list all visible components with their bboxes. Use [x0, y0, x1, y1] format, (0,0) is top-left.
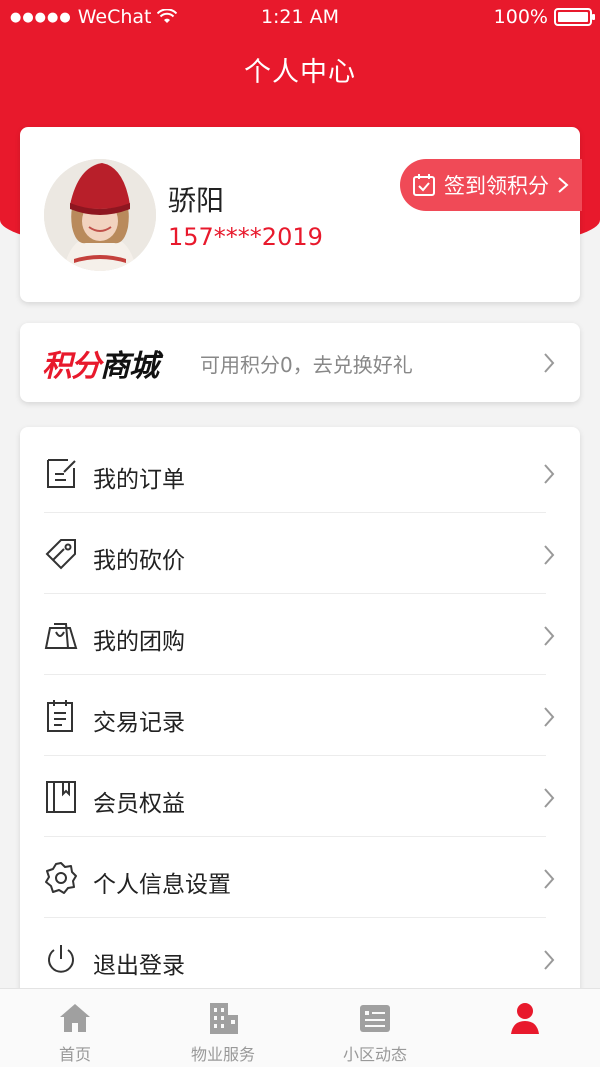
battery-percent: 100% [493, 6, 548, 28]
membership-book-icon [46, 781, 76, 813]
gear-icon [45, 862, 77, 894]
chevron-right-icon [544, 626, 555, 646]
chevron-right-icon [558, 177, 569, 193]
transaction-record-icon [47, 700, 73, 732]
chevron-right-icon [544, 869, 555, 889]
battery-icon [554, 8, 595, 26]
menu-item-member-benefits[interactable]: 会员权益 [20, 756, 580, 837]
tab-community-news[interactable]: 小区动态 [300, 989, 450, 1067]
avatar[interactable] [44, 159, 156, 271]
menu-item-my-group-buys[interactable]: 我的团购 [20, 594, 580, 675]
home-icon [60, 1004, 90, 1032]
username: 骄阳 [168, 184, 225, 217]
building-icon [210, 1003, 238, 1034]
menu-item-label: 会员权益 [93, 791, 185, 817]
chevron-right-icon [544, 788, 555, 808]
menu-item-logout[interactable]: 退出登录 [20, 918, 580, 999]
menu-item-transaction-records[interactable]: 交易记录 [20, 675, 580, 756]
checkin-label: 签到领积分 [444, 174, 549, 198]
chevron-right-icon [544, 707, 555, 727]
menu-item-label: 我的订单 [93, 467, 185, 493]
profile-card: 骄阳 157****2019 签到领积分 [20, 127, 582, 302]
status-bar: ●●●●● WeChat 1:21 AM 100% [0, 0, 600, 34]
tab-property-service[interactable]: 物业服务 [148, 989, 298, 1067]
chevron-right-icon [544, 464, 555, 484]
chevron-right-icon [544, 950, 555, 970]
bottom-tab-bar: 首页 物业服务 小区动态 [0, 988, 600, 1067]
points-mall-card[interactable]: 积分商城 可用积分0，去兑换好礼 [20, 323, 580, 402]
menu-item-label: 交易记录 [93, 710, 185, 736]
profile-icon [511, 1003, 539, 1034]
power-icon [48, 945, 74, 973]
menu-item-label: 我的砍价 [93, 548, 185, 574]
points-balance-text: 可用积分0，去兑换好礼 [200, 353, 413, 377]
menu-item-label: 个人信息设置 [93, 872, 231, 898]
tab-label: 物业服务 [190, 1045, 255, 1064]
chevron-right-icon [544, 353, 555, 373]
group-buy-bag-icon [44, 623, 78, 649]
tab-profile[interactable] [450, 989, 600, 1067]
bargain-tag-icon [45, 539, 76, 570]
menu-item-label: 我的团购 [93, 629, 185, 655]
checkin-button[interactable]: 签到领积分 [400, 159, 582, 211]
news-icon [360, 1005, 390, 1032]
tab-home[interactable]: 首页 [0, 989, 150, 1067]
calendar-check-icon [413, 174, 435, 196]
page-title: 个人中心 [244, 57, 356, 88]
menu-item-profile-settings[interactable]: 个人信息设置 [20, 837, 580, 918]
order-icon [47, 459, 76, 488]
phone-number: 157****2019 [168, 223, 323, 251]
menu-card: 我的订单 我的砍价 我的团购 交易记录 会员权益 个人信息设置 退出登录 [20, 427, 580, 1007]
chevron-right-icon [544, 545, 555, 565]
points-mall-logo: 积分商城 [42, 349, 159, 384]
menu-item-label: 退出登录 [93, 953, 185, 979]
tab-label: 小区动态 [342, 1045, 407, 1064]
menu-item-my-bargains[interactable]: 我的砍价 [20, 513, 580, 594]
tab-label: 首页 [58, 1045, 91, 1064]
menu-item-my-orders[interactable]: 我的订单 [20, 432, 580, 513]
